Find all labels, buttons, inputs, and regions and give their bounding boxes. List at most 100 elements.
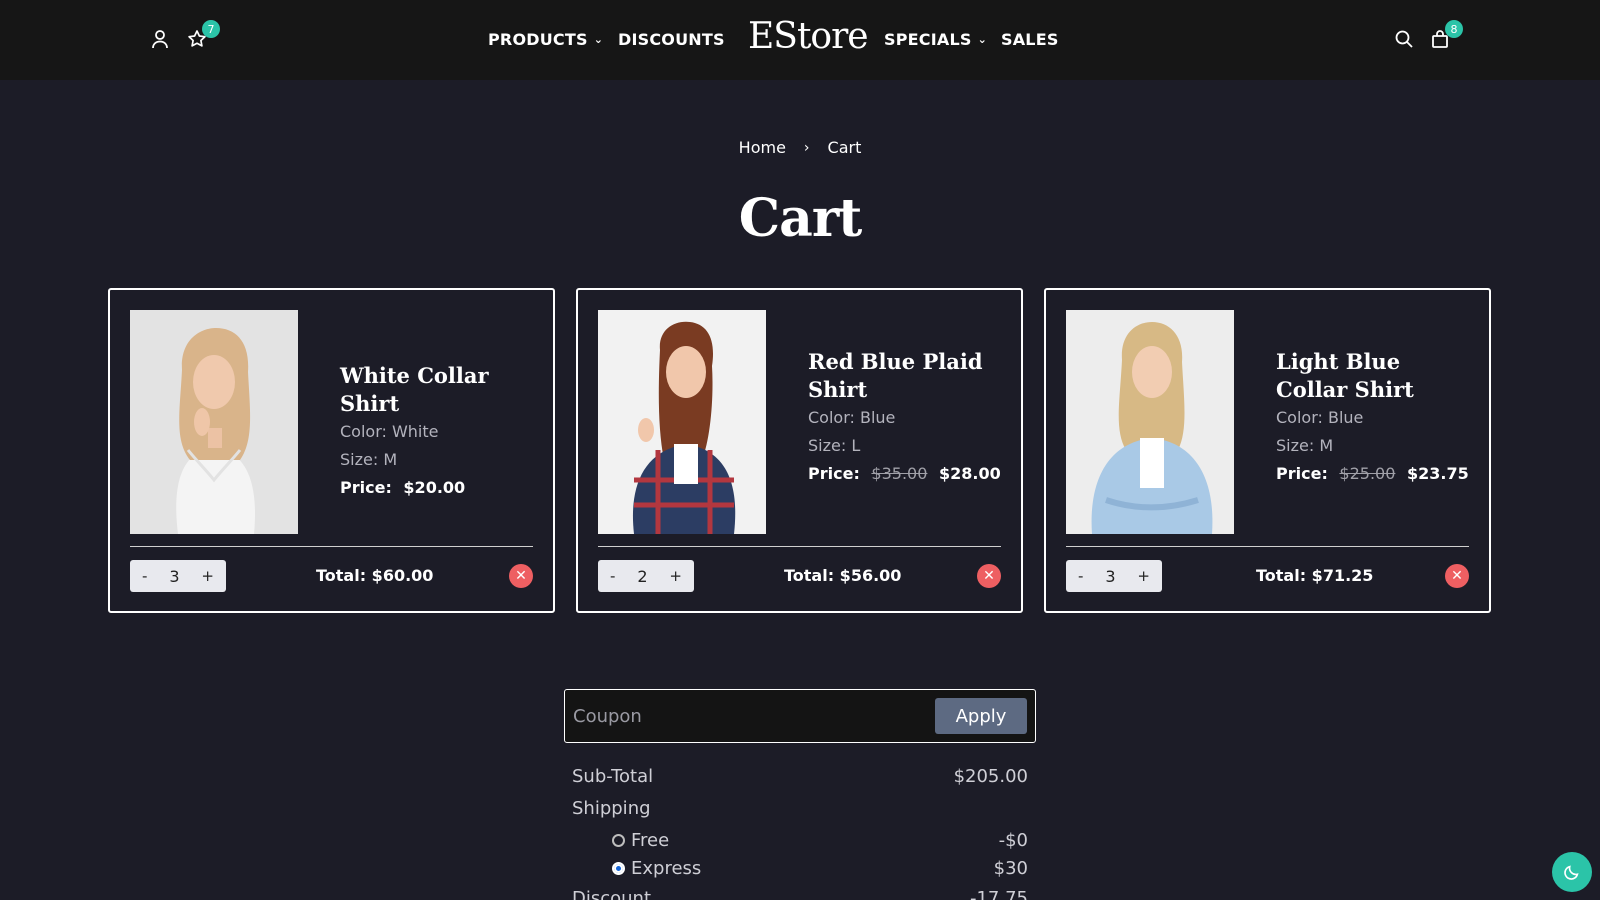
shipping-option-free-label-wrap: Free [612, 830, 669, 851]
product-size: Size: M [340, 450, 398, 469]
product-image[interactable] [1066, 310, 1234, 534]
product-name[interactable]: Red Blue Plaid Shirt [808, 348, 1001, 404]
nav-products[interactable]: PRODUCTS ⌄ [488, 30, 603, 49]
product-image[interactable] [130, 310, 298, 534]
shipping-option-free[interactable]: Free -$0 [612, 830, 1028, 851]
decrease-qty-button[interactable]: - [142, 567, 147, 585]
nav-specials[interactable]: SPECIALS ⌄ [884, 30, 987, 49]
product-info: Red Blue Plaid Shirt Color: Blue Size: L… [808, 348, 1001, 488]
product-info: White Collar Shirt Color: White Size: M … [340, 362, 533, 502]
shipping-option-express[interactable]: Express $30 [612, 858, 1028, 879]
search-button[interactable] [1391, 26, 1417, 52]
price-label: Price: [1276, 464, 1328, 483]
price-label: Price: [340, 478, 392, 497]
item-total: Total: $56.00 [784, 566, 902, 585]
product-color: Color: Blue [1276, 408, 1364, 427]
account-button[interactable] [147, 26, 173, 52]
divider [130, 546, 533, 547]
product-size: Size: M [1276, 436, 1334, 455]
subtotal-row: Sub-Total $205.00 [572, 766, 1028, 787]
discount-value: -17.75 [969, 888, 1028, 900]
breadcrumb: Home › Cart [0, 138, 1600, 157]
moon-icon [1564, 865, 1579, 880]
original-price: $25.00 [1339, 464, 1396, 483]
search-icon [1395, 30, 1413, 48]
current-price: $23.75 [1406, 464, 1469, 483]
shipping-option-value: $30 [993, 858, 1028, 879]
top-navbar: 7 PRODUCTS ⌄ DISCOUNTS EStore SPECIALS ⌄ S… [0, 0, 1600, 80]
decrease-qty-button[interactable]: - [1078, 567, 1083, 585]
close-icon: ✕ [515, 568, 527, 584]
discount-row: Discount -17.75 [572, 888, 1028, 900]
nav-specials-label: SPECIALS [884, 30, 972, 49]
breadcrumb-home[interactable]: Home [739, 138, 786, 157]
cart-item-card: Red Blue Plaid Shirt Color: Blue Size: L… [576, 288, 1023, 613]
page-title: Cart [738, 188, 863, 249]
product-price: Price: $35.00 $28.00 [808, 460, 1001, 488]
theme-toggle-button[interactable] [1552, 852, 1592, 892]
shipping-option-label: Free [631, 830, 670, 851]
breadcrumb-current: Cart [827, 138, 862, 157]
increase-qty-button[interactable]: + [1137, 567, 1150, 585]
cart-count-badge: 8 [1445, 20, 1463, 38]
nav-discounts[interactable]: DISCOUNTS [618, 30, 725, 49]
quantity-stepper: - 3 + [1066, 560, 1162, 592]
remove-item-button[interactable]: ✕ [977, 564, 1001, 588]
shipping-label: Shipping [572, 798, 651, 819]
close-icon: ✕ [1451, 568, 1463, 584]
original-price: $35.00 [871, 464, 928, 483]
quantity-stepper: - 3 + [130, 560, 226, 592]
remove-item-button[interactable]: ✕ [509, 564, 533, 588]
product-name[interactable]: Light Blue Collar Shirt [1276, 348, 1469, 404]
wishlist-button[interactable]: 7 [184, 20, 220, 52]
chevron-right-icon: › [803, 139, 810, 156]
product-color: Color: White [340, 422, 439, 441]
shipping-option-label: Express [631, 858, 702, 879]
subtotal-value: $205.00 [953, 766, 1028, 787]
quantity-value[interactable]: 2 [637, 567, 647, 586]
product-name[interactable]: White Collar Shirt [340, 362, 533, 418]
wishlist-count-badge: 7 [202, 20, 220, 38]
item-total: Total: $71.25 [1256, 566, 1374, 585]
radio-button[interactable] [612, 834, 625, 847]
shipping-row: Shipping [572, 798, 1028, 819]
order-summary: Sub-Total $205.00 Shipping Free -$0 Expr… [572, 766, 1028, 900]
quantity-value[interactable]: 3 [1105, 567, 1115, 586]
coupon-input[interactable] [573, 700, 913, 732]
user-icon [152, 30, 168, 49]
decrease-qty-button[interactable]: - [610, 567, 615, 585]
cart-item-card: White Collar Shirt Color: White Size: M … [108, 288, 555, 613]
chevron-down-icon: ⌄ [977, 33, 987, 46]
divider [598, 546, 1001, 547]
item-total: Total: $60.00 [316, 566, 434, 585]
subtotal-label: Sub-Total [572, 766, 654, 787]
product-info: Light Blue Collar Shirt Color: Blue Size… [1276, 348, 1469, 488]
divider [1066, 546, 1469, 547]
product-price: Price: $20.00 [340, 474, 533, 502]
chevron-down-icon: ⌄ [593, 33, 604, 46]
nav-sales-label: SALES [1001, 30, 1059, 49]
increase-qty-button[interactable]: + [669, 567, 682, 585]
cart-item-card: Light Blue Collar Shirt Color: Blue Size… [1044, 288, 1491, 613]
product-image[interactable] [598, 310, 766, 534]
price-label: Price: [808, 464, 860, 483]
remove-item-button[interactable]: ✕ [1445, 564, 1469, 588]
coupon-form: Apply [564, 689, 1036, 743]
apply-coupon-button[interactable]: Apply [935, 698, 1027, 734]
quantity-stepper: - 2 + [598, 560, 694, 592]
increase-qty-button[interactable]: + [201, 567, 214, 585]
discount-label: Discount [572, 888, 652, 900]
close-icon: ✕ [983, 568, 995, 584]
cart-button[interactable]: 8 [1427, 20, 1463, 52]
product-size: Size: L [808, 436, 861, 455]
nav-products-label: PRODUCTS [488, 30, 588, 49]
product-price: Price: $25.00 $23.75 [1276, 460, 1469, 488]
nav-sales[interactable]: SALES [1001, 30, 1059, 49]
nav-discounts-label: DISCOUNTS [618, 30, 725, 49]
quantity-value[interactable]: 3 [169, 567, 179, 586]
radio-button-selected[interactable] [612, 862, 625, 875]
shipping-option-value: -$0 [998, 830, 1028, 851]
product-color: Color: Blue [808, 408, 896, 427]
brand-logo[interactable]: EStore [748, 16, 869, 57]
current-price: $20.00 [403, 478, 466, 497]
